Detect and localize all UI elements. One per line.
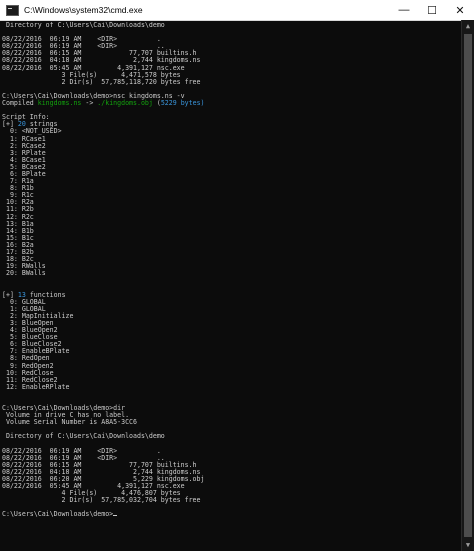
- console-line: 17: B2b: [2, 248, 462, 256]
- console-text: Compiled: [2, 99, 38, 108]
- console-text: 5229: [160, 99, 177, 108]
- console-line: 16: B2a: [2, 241, 462, 249]
- console-line: 9: RedOpen2: [2, 362, 462, 370]
- console-line: 13: B1a: [2, 220, 462, 228]
- console-line: 15: B1c: [2, 234, 462, 242]
- console-line: 1: RCase1: [2, 135, 462, 143]
- console-line: [+] 13 functions: [2, 291, 462, 299]
- console-line: 3: BlueOpen: [2, 319, 462, 327]
- console-line: 3: RPlate: [2, 149, 462, 157]
- console-output[interactable]: Directory of C:\Users\Cai\Downloads\demo…: [0, 22, 462, 551]
- console-line: 6: BlueClose2: [2, 341, 462, 348]
- console-line: Script Info:: [2, 114, 462, 121]
- console-line: C:\Users\Cai\Downloads\demo>: [2, 511, 462, 518]
- text-cursor: [113, 515, 118, 517]
- console-line: 14: B1b: [2, 227, 462, 235]
- vertical-scrollbar[interactable]: ▲ ▼: [461, 20, 474, 551]
- console-line: Compiled kingdoms.ns -> ./kingdoms.obj (…: [2, 99, 462, 108]
- console-line: 10: RedClose: [2, 369, 462, 377]
- console-line: 20: BWalls: [2, 270, 462, 277]
- console-text: Directory of C:\Users\Cai\Downloads\demo: [2, 22, 165, 29]
- scroll-thumb[interactable]: [464, 34, 472, 537]
- title-bar[interactable]: C:\Windows\system32\cmd.exe — ☐ ✕: [0, 0, 474, 21]
- console-line: 10: R2a: [2, 199, 462, 206]
- window-title: C:\Windows\system32\cmd.exe: [24, 5, 143, 15]
- scroll-up-arrow-icon[interactable]: ▲: [462, 20, 474, 32]
- console-line: 8: R1b: [2, 185, 462, 192]
- console-line: 2: RCase2: [2, 142, 462, 150]
- close-button[interactable]: ✕: [446, 0, 474, 20]
- console-line: 0: GLOBAL: [2, 298, 462, 306]
- console-text: (: [152, 99, 161, 108]
- console-line: 2 Dir(s) 57,785,118,720 bytes free: [2, 77, 462, 86]
- console-line: 9: R1c: [2, 192, 462, 199]
- console-text: ->: [81, 99, 98, 108]
- minimize-button[interactable]: —: [390, 0, 418, 20]
- console-line: 7: R1a: [2, 178, 462, 185]
- console-text: 12: EnableRPlate: [2, 382, 70, 391]
- console-line: 5: BlueClose: [2, 334, 462, 341]
- console-line: 4: BlueOpen2: [2, 326, 462, 334]
- console-text: ./kingdoms.obj: [97, 99, 153, 108]
- console-text: kingdoms.ns: [37, 99, 82, 108]
- console-line: 12: EnableRPlate: [2, 382, 462, 391]
- console-line: [+] 20 strings: [2, 121, 462, 128]
- console-line: 11: R2b: [2, 206, 462, 213]
- console-line: 7: EnableBPlate: [2, 348, 462, 355]
- console-text: 2 Dir(s) 57,785,118,720 bytes free: [2, 77, 201, 86]
- console-line: 11: RedClose2: [2, 376, 462, 384]
- scroll-down-arrow-icon[interactable]: ▼: [462, 539, 474, 551]
- console-line: Volume Serial Number is A8A5-3CC6: [2, 419, 462, 426]
- cmd-window: C:\Windows\system32\cmd.exe — ☐ ✕ Direct…: [0, 0, 474, 551]
- console-line: 4: BCase1: [2, 156, 462, 164]
- console-text: Volume Serial Number is A8A5-3CC6: [2, 418, 137, 427]
- console-line: 12: R2c: [2, 213, 462, 221]
- maximize-button[interactable]: ☐: [418, 0, 446, 20]
- console-line: 8: RedOpen: [2, 355, 462, 362]
- console-line: 0: <NOT_USED>: [2, 128, 462, 135]
- console-line: 19: RWalls: [2, 263, 462, 270]
- console-line: 2 Dir(s) 57,785,032,704 bytes free: [2, 497, 462, 504]
- console-line: 6: BPlate: [2, 170, 462, 178]
- console-text: 20: BWalls: [2, 269, 46, 278]
- console-line: Directory of C:\Users\Cai\Downloads\demo: [2, 22, 462, 29]
- console-text: Directory of C:\Users\Cai\Downloads\demo: [2, 432, 165, 441]
- console-text: bytes): [176, 99, 205, 108]
- console-text: 2 Dir(s) 57,785,032,704 bytes free: [2, 496, 201, 505]
- console-line: 2: MapInitialize: [2, 312, 462, 320]
- console-line: 18: B2c: [2, 256, 462, 263]
- console-line: Directory of C:\Users\Cai\Downloads\demo: [2, 433, 462, 440]
- console-text: C:\Users\Cai\Downloads\demo>: [2, 510, 114, 519]
- console-line: 5: BCase2: [2, 163, 462, 171]
- cmd-app-icon: [6, 4, 19, 16]
